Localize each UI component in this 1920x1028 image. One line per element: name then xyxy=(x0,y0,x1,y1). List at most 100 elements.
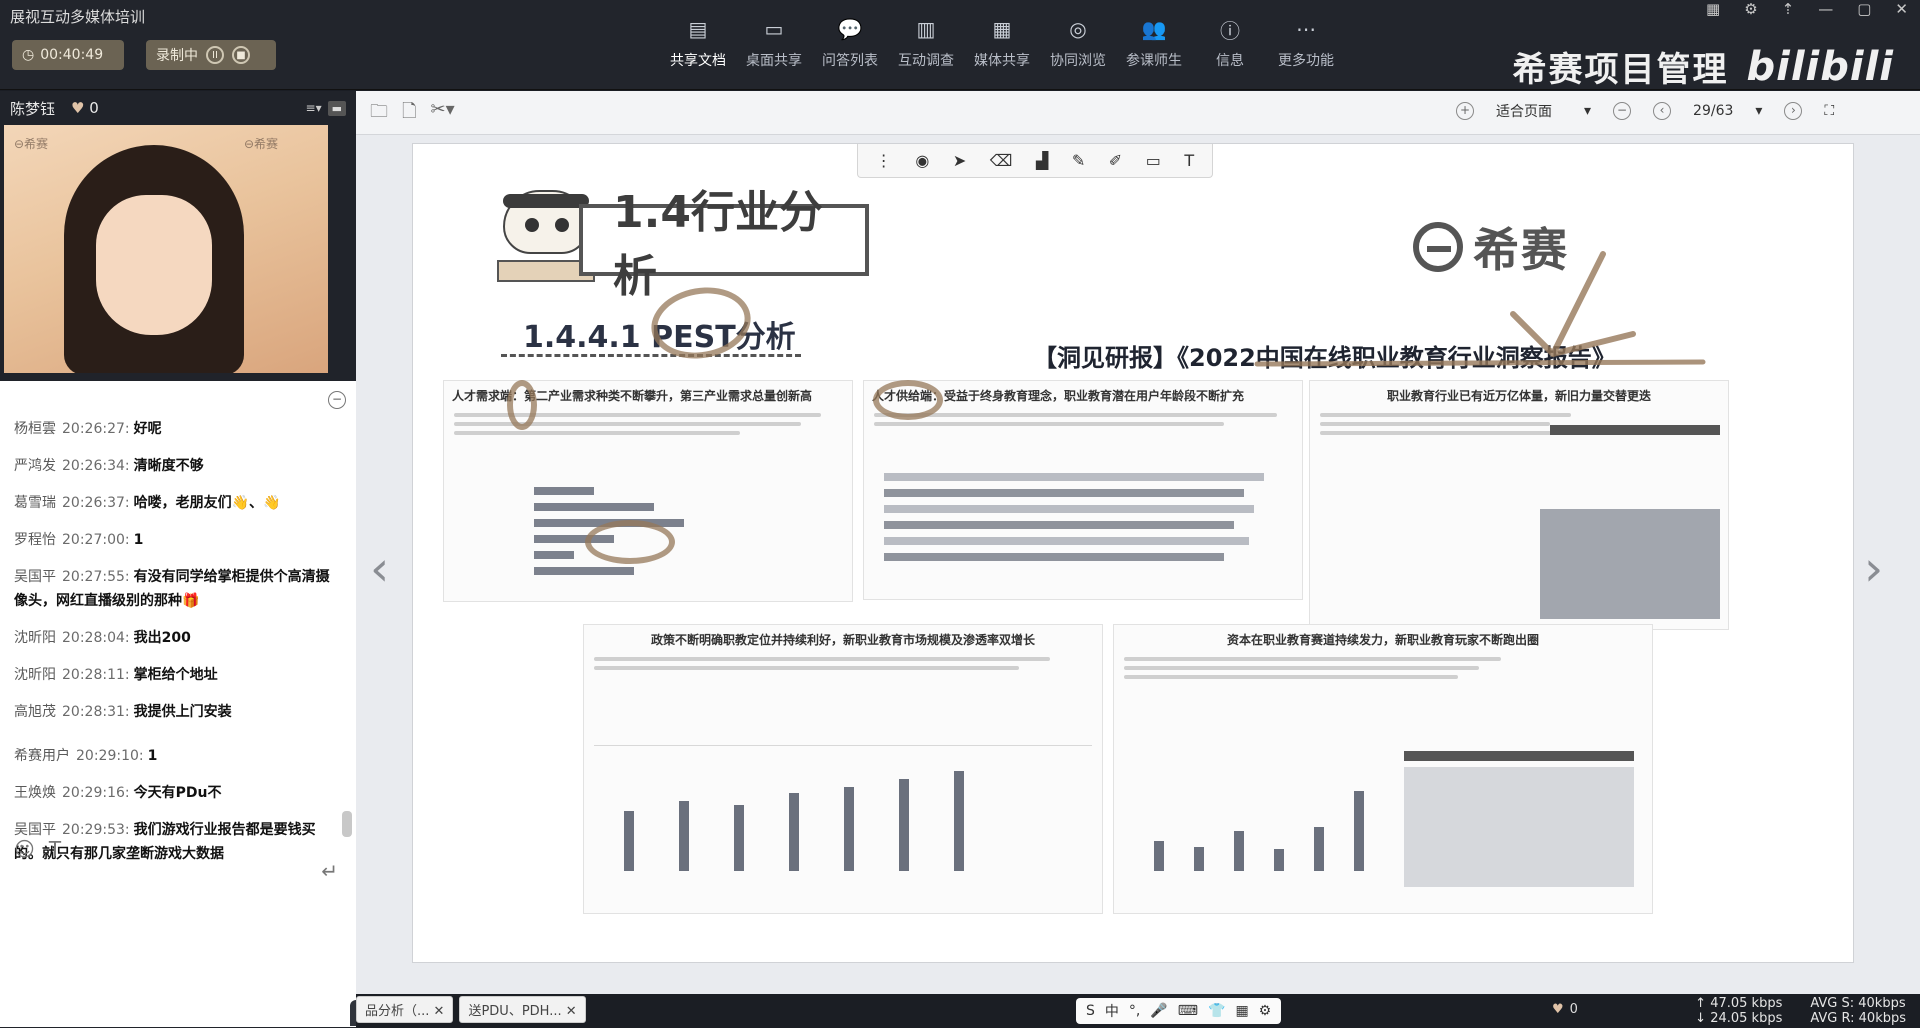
file-icon[interactable]: 🗋 xyxy=(402,99,416,129)
text-line xyxy=(874,422,1225,426)
doc-tab[interactable]: 品分析（... ✕ xyxy=(356,996,454,1023)
keyboard-icon[interactable]: ⌨ xyxy=(1178,1003,1198,1019)
tool-participants[interactable]: 👥 参课师生 xyxy=(1116,16,1192,80)
highlighter-icon[interactable]: ✐ xyxy=(1109,151,1122,170)
next-page-icon[interactable]: › xyxy=(1784,102,1803,120)
table-header-bar xyxy=(1550,425,1720,435)
chat-message: 沈昕阳 20:28:11: 掌柜给个地址 xyxy=(14,667,218,683)
cursor-icon[interactable]: ➤ xyxy=(953,151,966,170)
table-header-bar xyxy=(1404,751,1634,761)
laser-pointer-icon[interactable]: ◉ xyxy=(915,151,929,170)
chat-message: 严鸿发 20:26:34: 清晰度不够 xyxy=(14,458,204,474)
panel-column xyxy=(1194,847,1204,871)
video-face xyxy=(96,195,212,335)
emoji-icon[interactable]: ☺ xyxy=(14,837,35,861)
text-format-icon[interactable]: T xyxy=(49,837,61,861)
microphone-icon[interactable]: 🎤 xyxy=(1150,1003,1167,1019)
prev-page-icon[interactable]: ‹ xyxy=(1653,102,1672,120)
slide-title: 1.4行业分析 xyxy=(613,187,823,302)
send-icon[interactable]: ↵ xyxy=(321,859,338,883)
hand-drawn-circle xyxy=(585,520,675,564)
drag-handle-icon[interactable]: ⋮ xyxy=(876,151,892,170)
doc-tab[interactable]: 送PDU、PDH... ✕ xyxy=(459,996,586,1023)
close-icon[interactable]: ✕ xyxy=(1895,0,1908,18)
panel-heading: 职业教育行业已有近万亿体量，新旧力量交替更迭 xyxy=(1386,389,1651,403)
close-tab-icon[interactable]: ✕ xyxy=(566,1004,577,1019)
bottom-bar: 品分析（... ✕ 送PDU、PDH... ✕ S 中 °, 🎤 ⌨ 👕 ▦ ⚙… xyxy=(356,994,1920,1028)
grid-icon[interactable]: ▦ xyxy=(1235,1003,1248,1019)
page-indicator[interactable]: 29/63 xyxy=(1693,103,1733,119)
close-tab-icon[interactable]: ✕ xyxy=(434,1004,445,1019)
desktop-share-icon: ▭ xyxy=(764,17,784,41)
dashed-divider xyxy=(501,354,801,357)
chat-message: 希赛用户 20:29:10: 1 xyxy=(14,748,158,764)
text-line xyxy=(1320,413,1571,417)
ime-lang-icon[interactable]: 中 xyxy=(1105,1001,1119,1021)
eraser-icon[interactable]: ⌫ xyxy=(990,151,1013,170)
folder-icon[interactable]: 🗀 xyxy=(370,99,388,129)
page-chevron-icon[interactable]: ▾ xyxy=(1755,103,1762,119)
chat-scroll-thumb[interactable] xyxy=(342,811,352,837)
layout-icon[interactable]: ▦ xyxy=(1706,0,1720,18)
video-menu[interactable]: ≡▾ ▬ xyxy=(305,100,346,116)
tool-desktop-share[interactable]: ▭ 桌面共享 xyxy=(736,16,812,80)
report-panel-talent-demand: 人才需求端：第二产业需求种类不断攀升，第三产业需求总量创新高 xyxy=(443,380,853,602)
text-line xyxy=(1124,675,1458,679)
shirt-icon[interactable]: 👕 xyxy=(1208,1003,1225,1019)
panel-bar xyxy=(884,553,1224,561)
rectangle-icon[interactable]: ▭ xyxy=(1146,151,1161,170)
panel-column xyxy=(899,779,909,871)
session-timer: ◷ 00:40:49 xyxy=(12,40,124,70)
zoom-in-icon[interactable]: + xyxy=(1456,102,1474,120)
tool-co-browse[interactable]: ◎ 协同浏览 xyxy=(1040,16,1116,80)
zoom-out-icon[interactable]: − xyxy=(1613,102,1632,120)
minimize-icon[interactable]: — xyxy=(1818,0,1833,18)
recording-control[interactable]: 录制中 II ■ xyxy=(146,40,276,70)
pen-icon[interactable]: ✎ xyxy=(1072,151,1085,170)
maximize-icon[interactable]: ▢ xyxy=(1857,0,1871,18)
viewer-left-tools: 🗀 🗋 ✂▾ xyxy=(370,99,455,129)
prev-slide-arrow-icon[interactable]: ‹ xyxy=(370,541,389,597)
bottom-likes[interactable]: ♥ 0 xyxy=(1552,1002,1578,1017)
fullscreen-icon[interactable]: ⛶ xyxy=(1824,103,1834,119)
next-slide-arrow-icon[interactable]: › xyxy=(1864,541,1883,597)
ime-logo-icon[interactable]: S xyxy=(1086,1003,1095,1019)
pin-icon[interactable]: ⇡ xyxy=(1782,0,1795,18)
qa-list-icon: 💬 xyxy=(837,17,863,41)
fit-page-select[interactable]: 适合页面 ▾ xyxy=(1496,101,1591,121)
left-panel: 陈梦钰 ♥ 0 ≡▾ ▬ ⊖希赛 ⊖希赛 − 杨桓雲 20:26:27: 好呢 严鸿发… xyxy=(0,91,356,1028)
report-panel-capital: 资本在职业教育赛道持续发力，新职业教育玩家不断跑出圈 xyxy=(1113,624,1653,914)
chat-scrollbar[interactable] xyxy=(342,431,352,839)
collapse-chat-icon[interactable]: − xyxy=(328,391,346,409)
clear-icon[interactable]: ▟ xyxy=(1036,151,1048,170)
tool-qa-list[interactable]: 💬 问答列表 xyxy=(812,16,888,80)
panel-column xyxy=(1154,841,1164,871)
stop-icon[interactable]: ■ xyxy=(232,46,250,64)
slide-canvas[interactable]: ⋮ ◉ ➤ ⌫ ▟ ✎ ✐ ▭ T 1.4行业分析 1.4.4.1 PEST分析… xyxy=(412,143,1854,963)
tool-more[interactable]: ⋯ 更多功能 xyxy=(1268,16,1344,80)
more-icon: ⋯ xyxy=(1296,17,1316,41)
slide-title-box: 1.4行业分析 xyxy=(579,187,869,302)
tool-media-share[interactable]: ▦ 媒体共享 xyxy=(964,16,1040,80)
panel-column xyxy=(1314,827,1324,871)
pause-icon[interactable]: II xyxy=(206,46,224,64)
info-icon: ⓘ xyxy=(1220,18,1240,43)
ime-punct-icon[interactable]: °, xyxy=(1129,1003,1140,1019)
tool-info[interactable]: ⓘ 信息 xyxy=(1192,16,1268,80)
ime-settings-icon[interactable]: ⚙ xyxy=(1259,1003,1272,1019)
tool-share-document[interactable]: ▤ 共享文档 xyxy=(660,16,736,80)
chat-panel: − 杨桓雲 20:26:27: 好呢 严鸿发 20:26:34: 清晰度不够 葛雪瑞 20… xyxy=(0,381,356,1027)
menu-icon: ≡▾ xyxy=(305,101,322,115)
timer-value: 00:40:49 xyxy=(40,47,104,63)
settings-icon[interactable]: ⚙ xyxy=(1744,0,1757,18)
text-line xyxy=(454,431,740,435)
text-tool-icon[interactable]: T xyxy=(1184,151,1194,170)
video-watermark-2: ⊖希赛 xyxy=(244,137,279,151)
tool-survey[interactable]: ▥ 互动调查 xyxy=(888,16,964,80)
scissors-icon[interactable]: ✂▾ xyxy=(430,99,454,129)
like-count[interactable]: ♥ 0 xyxy=(71,99,99,117)
chat-message: 葛雪瑞 20:26:37: 哈喽，老朋友们👋、👋 xyxy=(14,495,281,511)
clock-icon: ◷ xyxy=(22,47,35,63)
chevron-down-icon: ▾ xyxy=(1584,103,1592,119)
text-line xyxy=(1124,657,1501,661)
